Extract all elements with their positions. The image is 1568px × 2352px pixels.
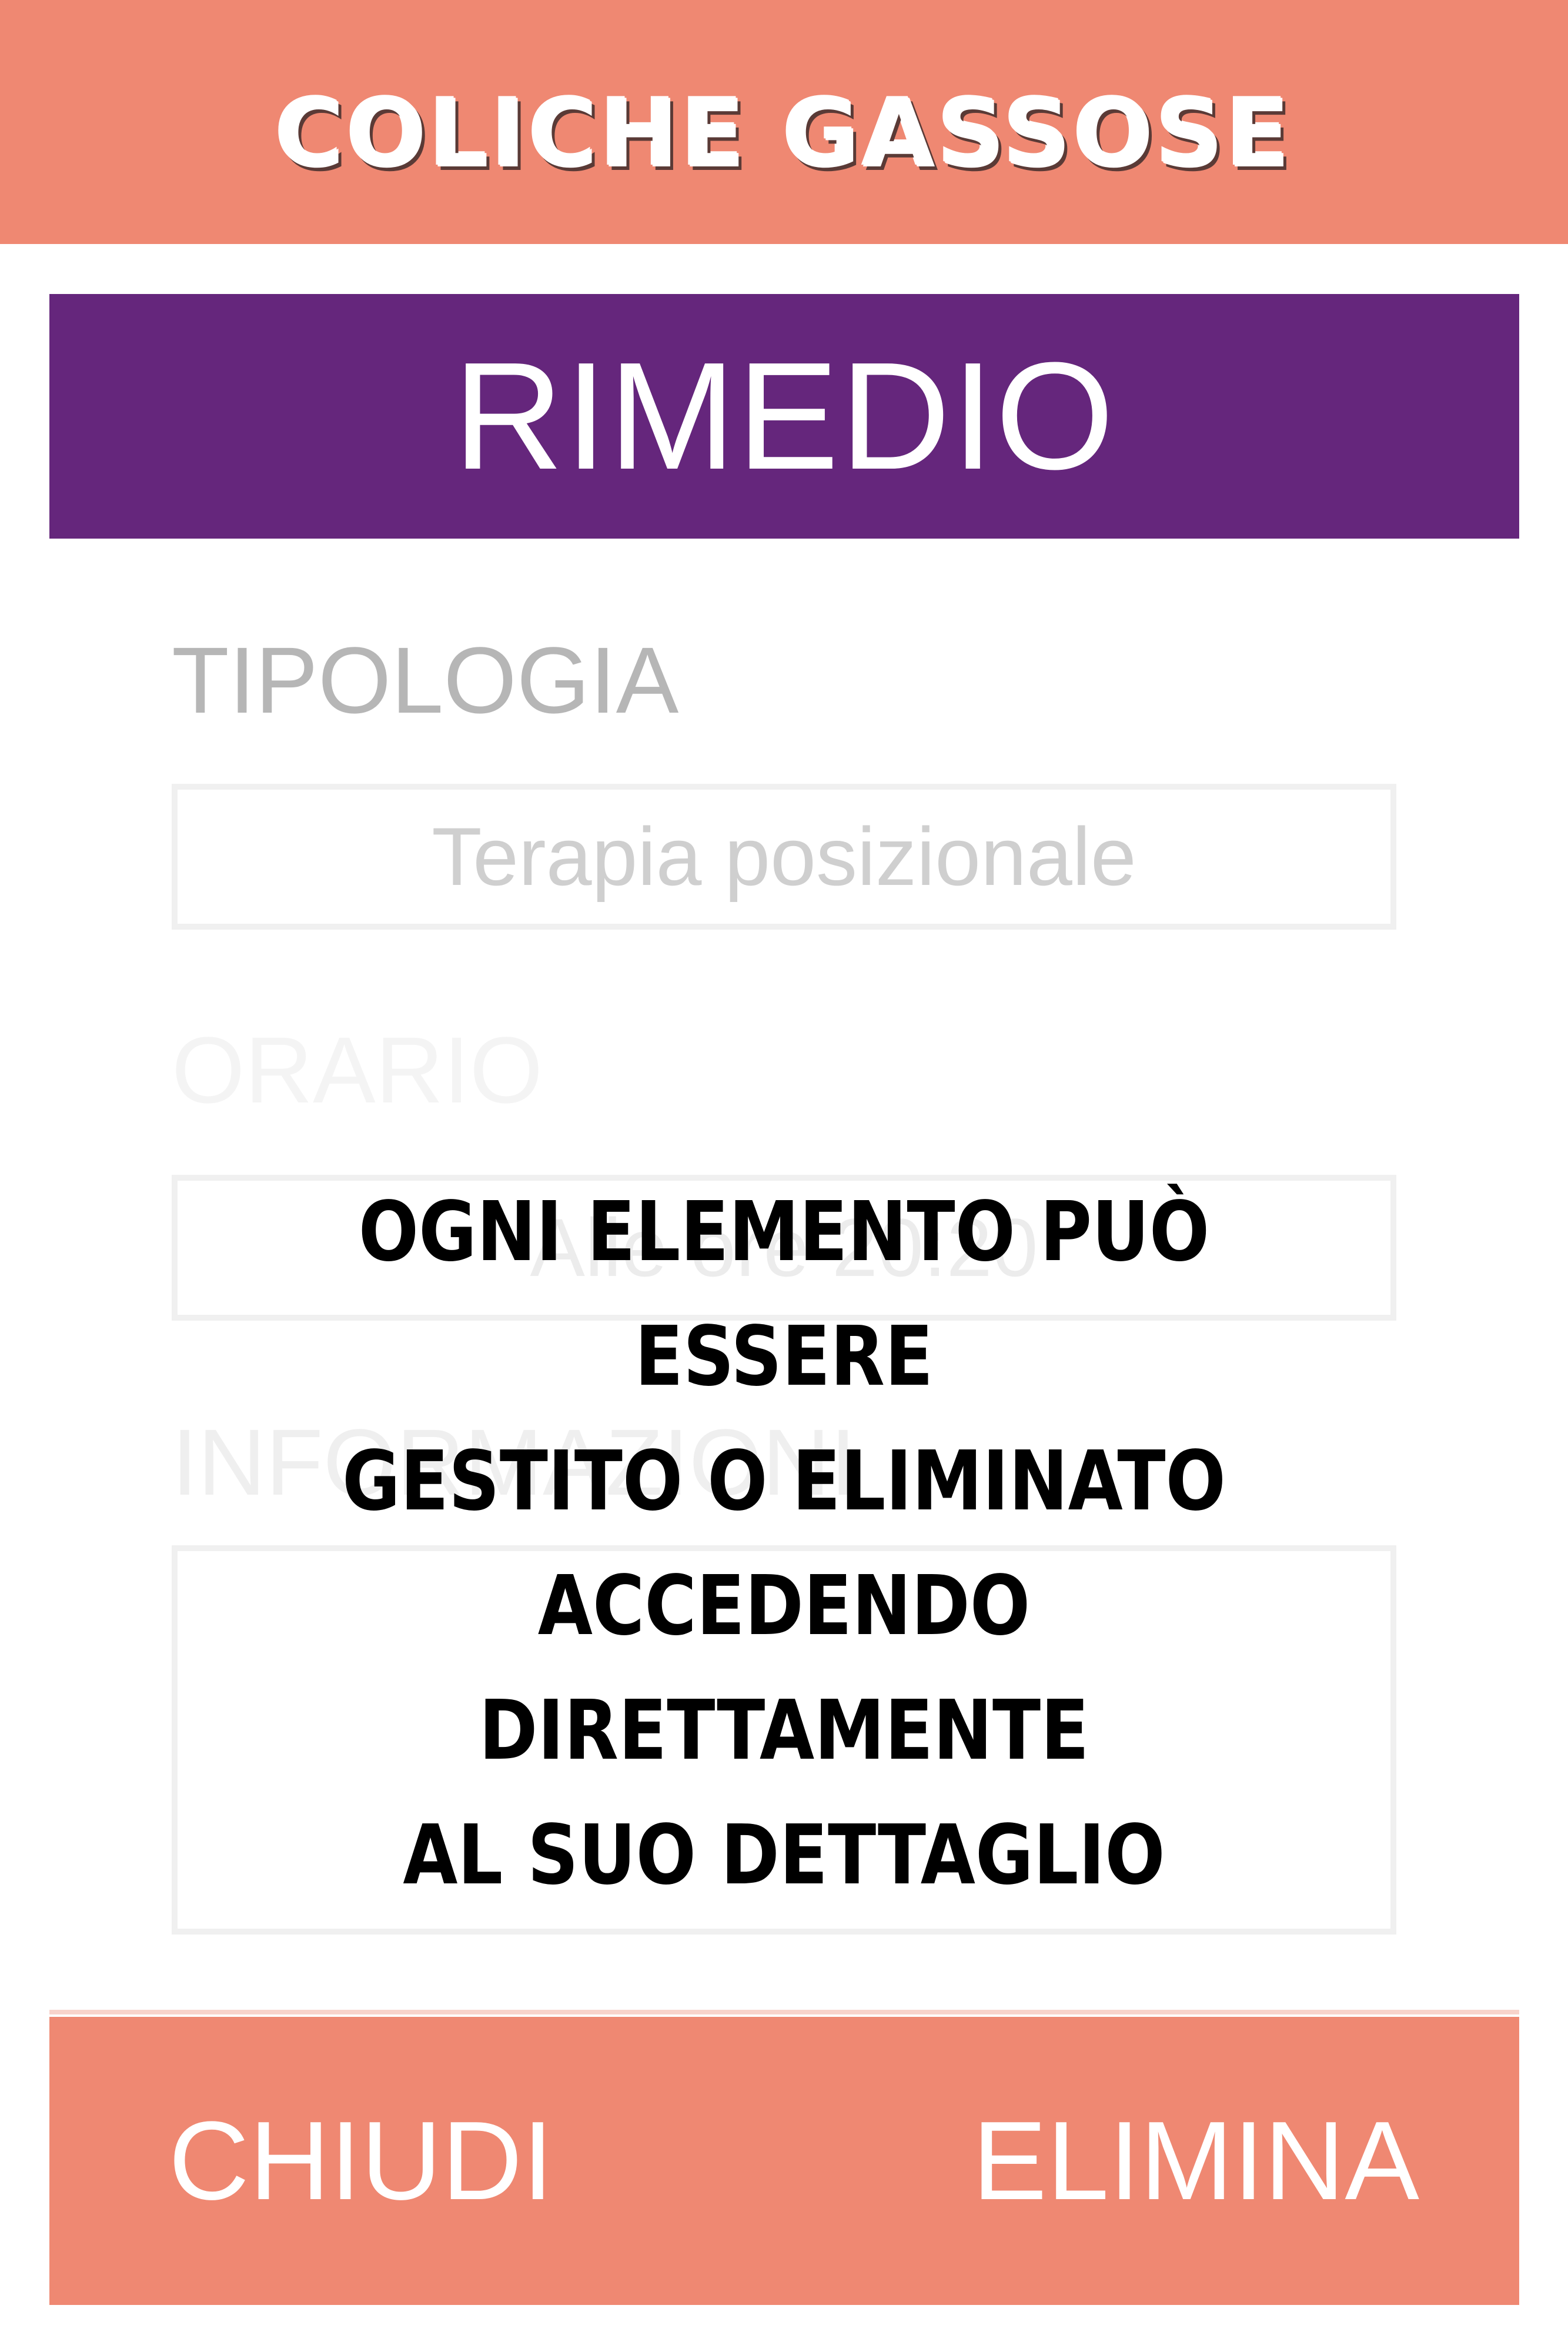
overlay-line: AL SUO DETTAGLIO (403, 1808, 1165, 1903)
tipologia-value: Terapia posizionale (432, 810, 1136, 903)
delete-button[interactable]: ELIMINA (890, 2017, 1502, 2305)
tipologia-label: TIPOLOGIA (172, 627, 679, 733)
orario-label: ORARIO (172, 1017, 543, 1122)
action-bar: CHIUDI ELIMINA (49, 2017, 1519, 2305)
tipologia-field[interactable]: Terapia posizionale (172, 784, 1396, 930)
overlay-line: ACCEDENDO DIRETTAMENTE (479, 1558, 1089, 1779)
tutorial-overlay-message: OGNI ELEMENTO PUÒ ESSERE GESTITO O ELIMI… (231, 1170, 1337, 1918)
close-button[interactable]: CHIUDI (169, 2017, 553, 2305)
overlay-line: GESTITO O ELIMINATO (342, 1434, 1226, 1529)
footer-divider (49, 2010, 1519, 2014)
overlay-line: OGNI ELEMENTO PUÒ ESSERE (358, 1184, 1210, 1405)
